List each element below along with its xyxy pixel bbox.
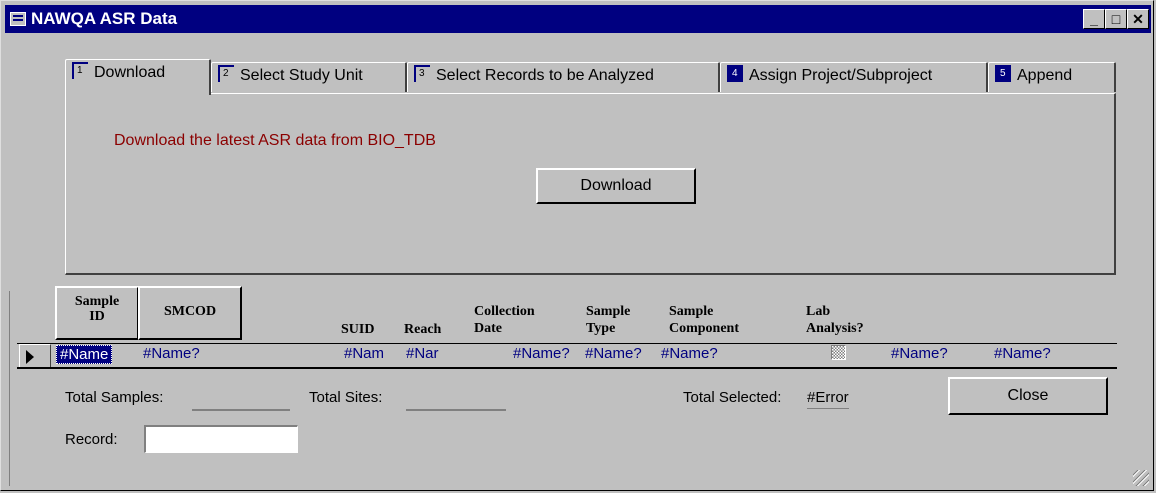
suid-field[interactable]: #Nam xyxy=(344,345,384,362)
close-window-button[interactable]: ✕ xyxy=(1127,9,1149,29)
smcod-field[interactable]: #Name? xyxy=(143,345,200,362)
record-input[interactable] xyxy=(144,425,298,453)
tab-number-icon: 1 xyxy=(72,62,88,80)
current-record-arrow-icon xyxy=(26,350,34,364)
header-label: SMCOD xyxy=(163,304,217,319)
reach-field[interactable]: #Nar xyxy=(406,345,439,362)
header-line: Sample xyxy=(74,294,120,309)
header-line: Component xyxy=(669,321,740,336)
maximize-icon: □ xyxy=(1111,11,1121,27)
lab-analysis-header: Lab Analysis? xyxy=(806,303,864,337)
record-selector[interactable] xyxy=(19,344,51,367)
tab-select-study-unit[interactable]: 2 Select Study Unit xyxy=(211,62,407,92)
tab-label: Append xyxy=(1017,67,1073,84)
header-line: Sample xyxy=(669,304,714,319)
record-label: Record: xyxy=(65,431,118,448)
tab-append[interactable]: 5 Append xyxy=(988,62,1116,92)
sample-component-header: Sample Component xyxy=(669,303,739,337)
tab-label: Download xyxy=(94,64,166,81)
resize-grip-icon[interactable] xyxy=(1133,470,1149,486)
form-icon xyxy=(10,12,26,26)
row-top-border xyxy=(17,343,1117,344)
extra-field-2[interactable]: #Name? xyxy=(994,345,1051,362)
tab-number-icon: 3 xyxy=(414,65,430,83)
tab-label: Select Records to be Analyzed xyxy=(436,67,654,84)
tab-number-icon: 4 xyxy=(727,65,743,83)
tab-download[interactable]: 1 Download xyxy=(65,59,211,95)
window-title: NAWQA ASR Data xyxy=(31,9,178,28)
download-message: Download the latest ASR data from BIO_TD… xyxy=(114,132,436,149)
header-line: Date xyxy=(474,321,502,336)
header-line: Lab xyxy=(806,304,831,319)
total-selected-value: #Error xyxy=(807,389,849,409)
sample-id-header-button[interactable]: Sample ID xyxy=(55,286,139,340)
sample-id-field[interactable]: #Name xyxy=(56,345,113,364)
total-selected-label: Total Selected: xyxy=(683,389,782,406)
lab-analysis-checkbox[interactable] xyxy=(831,345,846,360)
sample-type-header: Sample Type xyxy=(586,303,630,337)
access-form-window: NAWQA ASR Data _ □ ✕ 1 Download 2 Select S… xyxy=(0,0,1154,491)
minimize-button[interactable]: _ xyxy=(1083,9,1105,29)
tab-assign-project[interactable]: 4 Assign Project/Subproject xyxy=(720,62,988,92)
reach-header: Reach xyxy=(404,322,442,337)
download-tab-panel: Download the latest ASR data from BIO_TD… xyxy=(65,93,1116,275)
download-button[interactable]: Download xyxy=(536,168,696,204)
sample-type-field[interactable]: #Name? xyxy=(585,345,642,362)
header-line: Analysis? xyxy=(806,321,864,336)
header-line: ID xyxy=(89,309,105,324)
close-button-label: Close xyxy=(1007,387,1049,404)
header-line: Collection xyxy=(474,304,535,319)
title-bar[interactable]: NAWQA ASR Data _ □ ✕ xyxy=(5,5,1151,33)
header-line: Type xyxy=(586,321,616,336)
extra-field-1[interactable]: #Name? xyxy=(891,345,948,362)
total-samples-label: Total Samples: xyxy=(65,389,164,406)
minimize-icon: _ xyxy=(1090,11,1098,27)
tab-label: Select Study Unit xyxy=(240,67,363,84)
tab-number-icon: 2 xyxy=(218,65,234,83)
collection-date-header: Collection Date xyxy=(474,303,535,337)
left-divider xyxy=(9,291,10,486)
tab-number-icon: 5 xyxy=(995,65,1011,83)
tab-select-records[interactable]: 3 Select Records to be Analyzed xyxy=(407,62,720,92)
header-line: Sample xyxy=(586,304,631,319)
maximize-button[interactable]: □ xyxy=(1105,9,1127,29)
total-samples-value xyxy=(192,390,290,411)
smcod-header-button[interactable]: SMCOD xyxy=(138,286,242,340)
suid-header: SUID xyxy=(341,322,375,337)
collection-date-field[interactable]: #Name? xyxy=(513,345,570,362)
total-sites-label: Total Sites: xyxy=(309,389,383,406)
sample-component-field[interactable]: #Name? xyxy=(661,345,718,362)
close-button[interactable]: Close xyxy=(948,377,1108,415)
tab-label: Assign Project/Subproject xyxy=(749,67,933,84)
download-button-label: Download xyxy=(580,177,652,194)
close-icon: ✕ xyxy=(1132,11,1144,27)
row-bottom-border xyxy=(17,367,1117,369)
total-sites-value xyxy=(406,390,506,411)
